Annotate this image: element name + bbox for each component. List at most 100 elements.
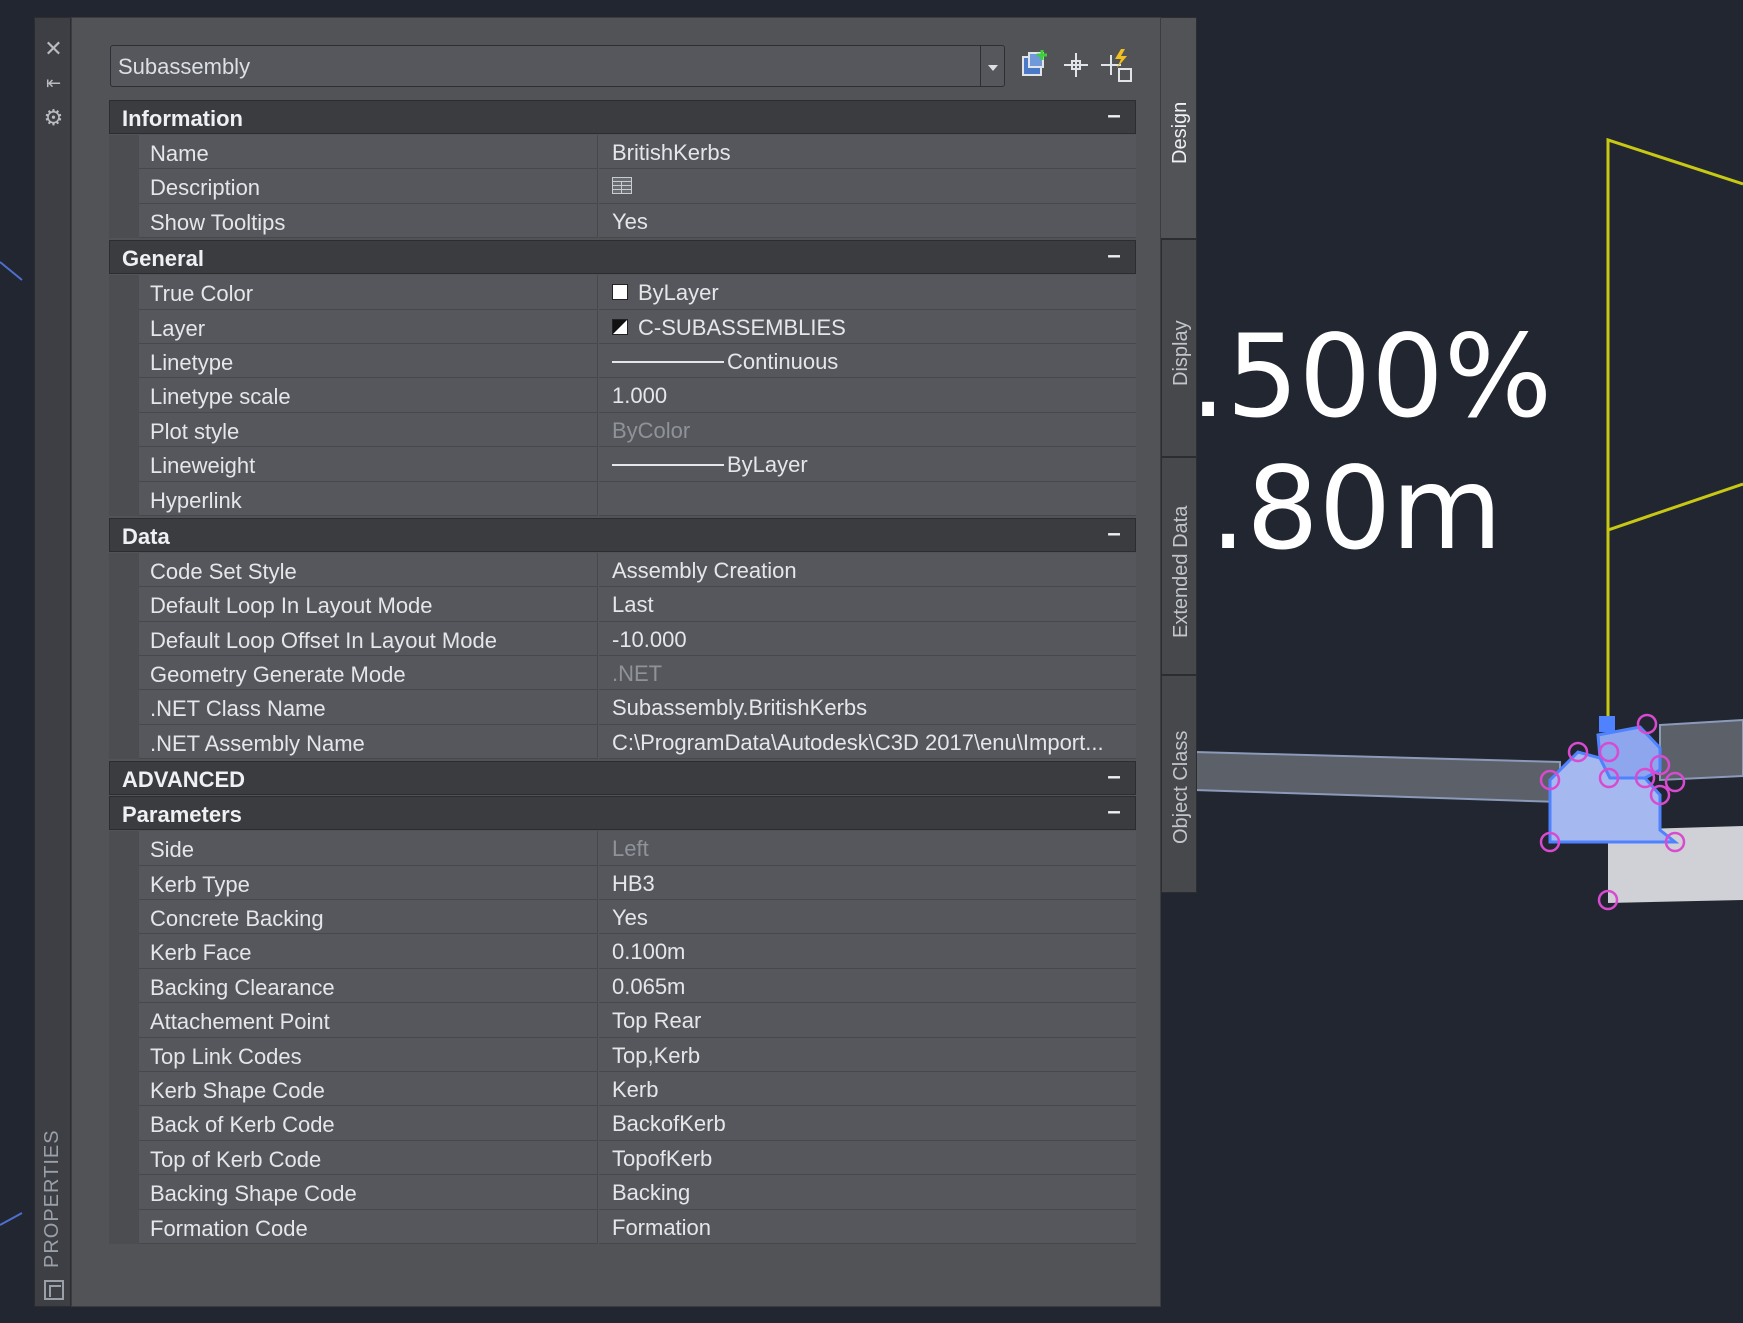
property-label: Kerb Face (150, 940, 252, 966)
property-value: HB3 (612, 870, 655, 896)
property-value: Left (612, 836, 649, 862)
property-value: ByColor (612, 417, 691, 443)
collapse-icon[interactable]: – (1103, 103, 1125, 129)
property-label: Top of Kerb Code (150, 1146, 322, 1172)
property-label: Top Link Codes (150, 1043, 302, 1069)
property-label: Back of Kerb Code (150, 1112, 335, 1138)
property-label: Attachement Point (150, 1009, 330, 1035)
property-label: Geometry Generate Mode (150, 662, 406, 688)
property-row[interactable]: Plot style ByColor (109, 412, 1136, 448)
property-row[interactable]: Top Link Codes Top,Kerb (109, 1037, 1136, 1073)
properties-panel: Subassembly Information – Name BritishKer… (71, 17, 1161, 1307)
auto-hide-icon[interactable]: ⇤ (35, 68, 72, 98)
property-row[interactable]: Kerb Shape Code Kerb (109, 1071, 1136, 1107)
settings-icon[interactable]: ⚙ (35, 103, 72, 133)
property-row[interactable]: Top of Kerb Code TopofKerb (109, 1140, 1136, 1176)
property-label: Plot style (150, 418, 240, 444)
property-value: Formation (612, 1214, 712, 1240)
property-label: Backing Shape Code (150, 1181, 357, 1207)
property-row[interactable]: .NET Assembly Name C:\ProgramData\Autodes… (109, 724, 1136, 760)
collapse-icon[interactable]: – (1103, 520, 1125, 547)
property-label: Show Tooltips (150, 209, 286, 235)
tab-display[interactable]: Display (1161, 239, 1197, 457)
collapse-icon[interactable]: – (1103, 764, 1125, 790)
property-label: Lineweight (150, 453, 256, 479)
property-row[interactable]: Side Left (109, 831, 1136, 867)
property-value: C-SUBASSEMBLIES (638, 314, 846, 340)
section-advanced[interactable]: ADVANCED – (109, 761, 1136, 796)
section-information[interactable]: Information – (109, 100, 1136, 134)
property-value: .NET (612, 661, 663, 687)
property-label: Formation Code (150, 1215, 308, 1241)
property-row[interactable]: Description (109, 169, 1136, 205)
property-label: Description (150, 175, 261, 201)
property-grid: Information – Name BritishKerbs Descripti… (109, 100, 1136, 1245)
description-editor-icon[interactable] (612, 177, 632, 195)
property-row[interactable]: .NET Class Name Subassembly.BritishKerbs (109, 690, 1136, 726)
property-row[interactable]: Hyperlink (109, 481, 1136, 517)
property-row[interactable]: Backing Clearance 0.065m (109, 968, 1136, 1004)
property-row[interactable]: Linetype Continuous (109, 343, 1136, 379)
property-value: BackofKerb (612, 1111, 726, 1137)
property-row[interactable]: Attachement Point Top Rear (109, 1003, 1136, 1038)
chevron-down-icon[interactable] (980, 46, 1004, 86)
tab-object-class[interactable]: Object Class (1161, 675, 1197, 893)
property-value: 0.065m (612, 973, 686, 999)
property-row[interactable]: Formation Code Formation (109, 1209, 1136, 1245)
canvas-slope-text: .500% (1190, 310, 1553, 443)
property-value: ByLayer (638, 280, 719, 306)
section-general[interactable]: General – (109, 240, 1136, 275)
collapse-icon[interactable]: – (1103, 799, 1125, 825)
toggle-pickadd-icon[interactable] (1017, 47, 1053, 83)
property-row[interactable]: Code Set Style Assembly Creation (109, 552, 1136, 588)
section-data[interactable]: Data – (109, 517, 1136, 552)
property-value: C:\ProgramData\Autodesk\C3D 2017\enu\Imp… (612, 729, 1104, 755)
property-value: Backing (612, 1180, 691, 1206)
tab-extended-data[interactable]: Extended Data (1161, 457, 1197, 675)
property-label: Kerb Type (150, 871, 250, 897)
canvas-width-text: .80m (1210, 442, 1503, 575)
property-value: Last (612, 592, 654, 618)
linetype-preview-icon (612, 360, 724, 363)
property-row[interactable]: Geometry Generate Mode .NET (109, 656, 1136, 691)
palette-title-strip: ✕ ⇤ ⚙ PROPERTIES (34, 17, 71, 1307)
object-type-value: Subassembly (118, 54, 251, 79)
object-type-dropdown[interactable]: Subassembly (110, 45, 1005, 87)
property-row[interactable]: Default Loop Offset In Layout Mode -10.00… (109, 621, 1136, 657)
quick-select-icon[interactable] (1099, 47, 1135, 83)
property-value: Top Rear (612, 1008, 702, 1034)
property-value: Continuous (727, 348, 839, 374)
property-row[interactable]: Name BritishKerbs (109, 135, 1136, 170)
tab-design[interactable]: Design (1161, 17, 1197, 239)
property-row[interactable]: Layer C-SUBASSEMBLIES (109, 309, 1136, 345)
close-icon[interactable]: ✕ (35, 34, 72, 64)
collapse-icon[interactable]: – (1103, 243, 1125, 269)
property-value: BritishKerbs (612, 140, 731, 165)
layer-icon (612, 318, 628, 335)
property-row[interactable]: Default Loop In Layout Mode Last (109, 587, 1136, 623)
property-label: .NET Assembly Name (150, 730, 365, 756)
property-row[interactable]: Back of Kerb Code BackofKerb (109, 1106, 1136, 1142)
property-row[interactable]: Kerb Type HB3 (109, 865, 1136, 901)
select-objects-icon[interactable] (1058, 47, 1094, 83)
property-label: Code Set Style (150, 558, 297, 584)
section-parameters[interactable]: Parameters – (109, 796, 1136, 831)
property-row[interactable]: Backing Shape Code Backing (109, 1175, 1136, 1210)
property-value: ByLayer (727, 452, 808, 478)
property-row[interactable]: Linetype scale 1.000 (109, 378, 1136, 414)
lineweight-preview-icon (612, 464, 724, 467)
property-row[interactable]: Show Tooltips Yes (109, 203, 1136, 239)
property-row[interactable]: Kerb Face 0.100m (109, 934, 1136, 970)
property-label: True Color (150, 281, 254, 307)
color-swatch-icon (612, 284, 628, 301)
property-row[interactable]: Concrete Backing Yes (109, 900, 1136, 935)
property-label: Kerb Shape Code (150, 1077, 325, 1103)
property-row[interactable]: Lineweight ByLayer (109, 447, 1136, 482)
property-label: Name (150, 141, 209, 166)
property-value: 1.000 (612, 383, 668, 409)
property-label: Concrete Backing (150, 906, 324, 932)
palette-properties-icon[interactable] (44, 1280, 64, 1300)
property-label: Side (150, 837, 195, 863)
property-row[interactable]: True Color ByLayer (109, 275, 1136, 310)
property-label: Linetype (150, 349, 234, 375)
